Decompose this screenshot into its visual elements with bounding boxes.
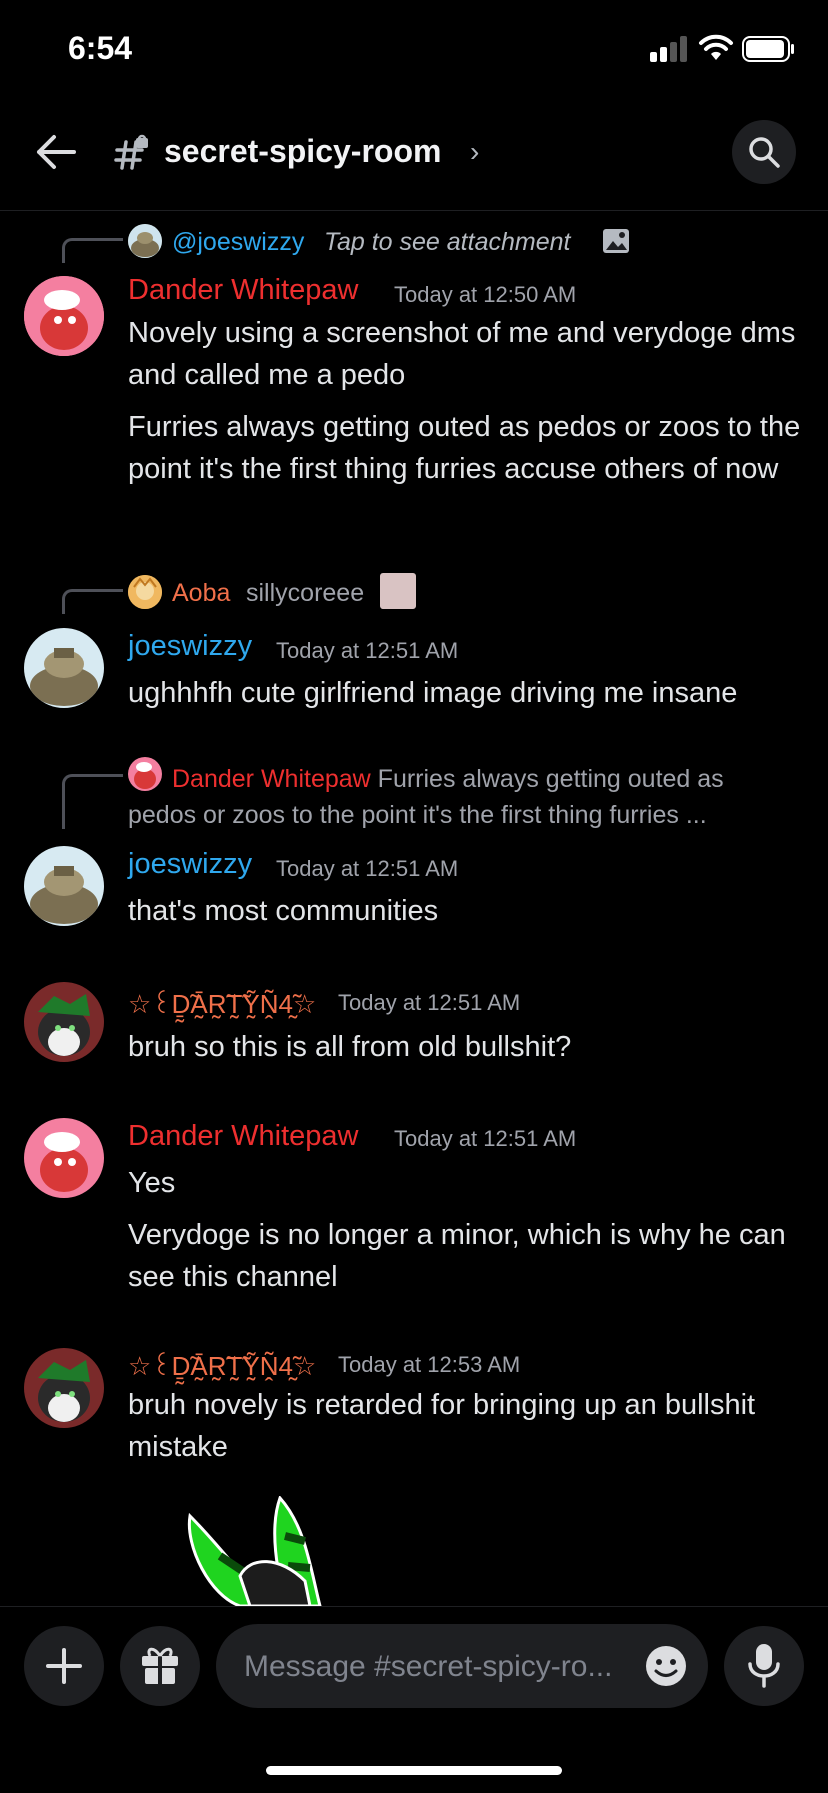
- reply-connector: [62, 238, 123, 263]
- avatar[interactable]: [24, 1348, 104, 1428]
- message-text: Yes: [128, 1167, 176, 1199]
- message-text: that's most communities: [128, 895, 439, 927]
- microphone-icon: [748, 1644, 780, 1688]
- message-text: ughhhfh cute girlfriend image driving me…: [128, 677, 738, 709]
- timestamp: Today at 12:51 AM: [394, 1126, 577, 1151]
- channel-name[interactable]: secret-spicy-room: [164, 133, 441, 170]
- battery-icon: [742, 36, 794, 62]
- timestamp: Today at 12:51 AM: [276, 856, 459, 881]
- timestamp: Today at 12:50 AM: [394, 282, 577, 307]
- reply-username[interactable]: Aoba: [172, 579, 230, 608]
- emoji-icon[interactable]: [644, 1644, 688, 1688]
- channel-hash-lock-icon: [114, 134, 148, 170]
- avatar[interactable]: [24, 628, 104, 708]
- reply-avatar[interactable]: [128, 575, 162, 609]
- message-text: Novely using a screenshot of me and very…: [128, 317, 796, 391]
- reply-preview[interactable]: sillycoreee: [246, 579, 364, 608]
- timestamp: Today at 12:51 AM: [338, 990, 521, 1015]
- author-name[interactable]: Dander Whitepaw: [128, 1120, 359, 1153]
- wifi-icon: [699, 34, 733, 60]
- message-text: bruh novely is retarded for bringing up …: [128, 1389, 756, 1463]
- status-time: 6:54: [68, 30, 133, 66]
- author-name[interactable]: joeswizzy: [128, 630, 252, 663]
- image-icon: [603, 229, 629, 253]
- author-name[interactable]: Dander Whitepaw: [128, 274, 359, 307]
- reply-preview[interactable]: Tap to see attachment: [324, 228, 570, 257]
- message-text: Verydoge is no longer a minor, which is …: [128, 1219, 786, 1293]
- message-text: bruh so this is all from old bullshit?: [128, 1031, 572, 1063]
- gift-icon: [142, 1647, 178, 1684]
- timestamp: Today at 12:51 AM: [276, 638, 459, 663]
- author-name[interactable]: ☆꒰Ḏ̰̃Ā̰R̰̃T̰̃Ỹ̰Ṋ̃4̰̃☆: [128, 986, 316, 1020]
- avatar[interactable]: [24, 1118, 104, 1198]
- reply-username[interactable]: Dander Whitepaw: [172, 765, 371, 793]
- author-name[interactable]: joeswizzy: [128, 848, 252, 881]
- search-icon: [749, 137, 780, 168]
- back-arrow-icon[interactable]: [36, 134, 76, 170]
- add-button[interactable]: [24, 1626, 104, 1706]
- avatar[interactable]: [24, 982, 104, 1062]
- home-indicator: [266, 1766, 562, 1775]
- plus-icon: [46, 1648, 82, 1684]
- reply-avatar[interactable]: [128, 224, 162, 258]
- reply-connector: [62, 774, 123, 829]
- timestamp: Today at 12:53 AM: [338, 1352, 521, 1377]
- reply-thumbnail[interactable]: [380, 573, 416, 609]
- author-name[interactable]: ☆꒰Ḏ̰̃Ā̰R̰̃T̰̃Ỹ̰Ṋ̃4̰̃☆: [128, 1348, 316, 1382]
- search-button[interactable]: [732, 120, 796, 184]
- sticker-image[interactable]: [180, 1496, 340, 1606]
- gift-button[interactable]: [120, 1626, 200, 1706]
- message-placeholder[interactable]: Message #secret-spicy-ro...: [244, 1650, 612, 1684]
- voice-button[interactable]: [724, 1626, 804, 1706]
- reply-preview-block[interactable]: Dander Whitepaw Furries always getting o…: [128, 761, 778, 833]
- avatar[interactable]: [24, 846, 104, 926]
- avatar[interactable]: [24, 276, 104, 356]
- message-text: Furries always getting outed as pedos or…: [128, 411, 801, 485]
- reply-connector: [62, 589, 123, 614]
- reply-username[interactable]: @joeswizzy: [172, 228, 304, 257]
- signal-icon: [650, 36, 687, 62]
- chevron-right-icon[interactable]: ›: [470, 136, 479, 168]
